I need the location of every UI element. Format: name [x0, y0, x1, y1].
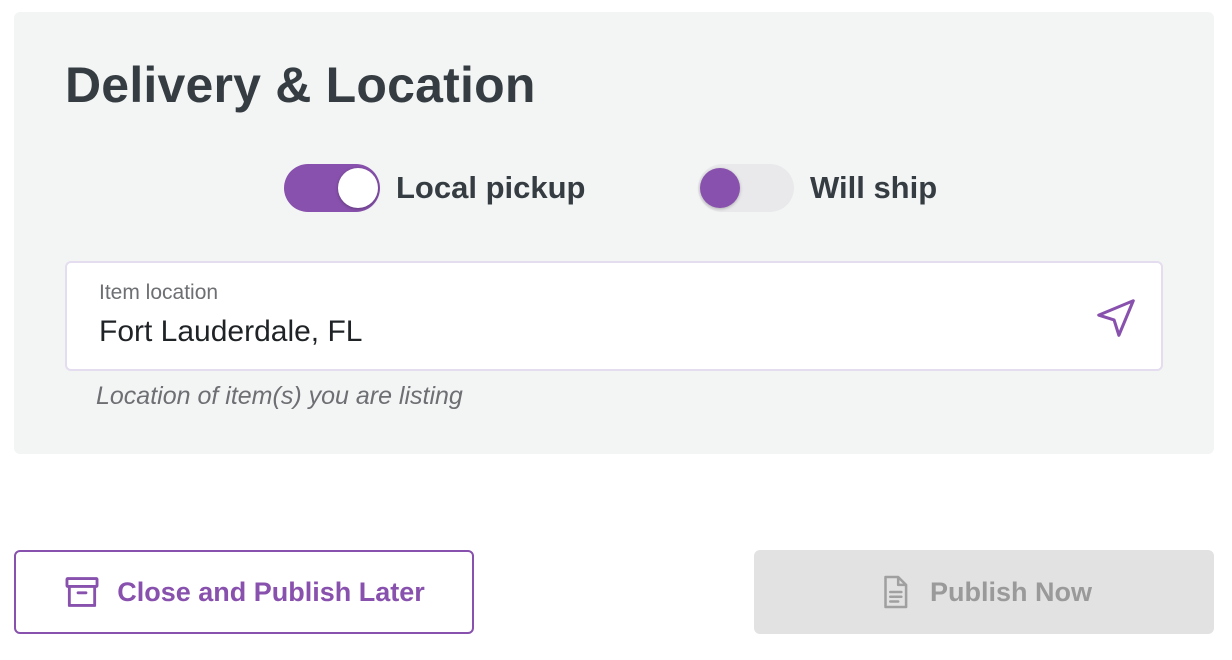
switch-knob [338, 168, 378, 208]
close-and-publish-later-label: Close and Publish Later [117, 576, 425, 607]
document-icon [884, 575, 908, 609]
local-pickup-label: Local pickup [396, 170, 586, 205]
section-title: Delivery & Location [65, 57, 536, 113]
publish-now-button[interactable]: Publish Now [754, 550, 1214, 634]
item-location-field[interactable]: Item location [65, 261, 1163, 371]
will-ship-label: Will ship [810, 170, 938, 205]
will-ship-toggle[interactable]: Will ship [698, 164, 937, 212]
archive-box-icon [65, 577, 99, 607]
navigation-arrow-icon[interactable] [1093, 295, 1139, 341]
delivery-location-panel: Delivery & Location Local pickup Will sh… [14, 12, 1214, 454]
close-and-publish-later-button[interactable]: Close and Publish Later [14, 550, 474, 634]
local-pickup-switch[interactable] [284, 164, 380, 212]
item-location-label: Item location [99, 281, 219, 304]
local-pickup-toggle[interactable]: Local pickup [284, 164, 585, 212]
publish-now-label: Publish Now [930, 576, 1092, 607]
switch-knob [700, 168, 740, 208]
item-location-input[interactable] [99, 315, 1059, 349]
item-location-helper: Location of item(s) you are listing [96, 382, 463, 410]
will-ship-switch[interactable] [698, 164, 794, 212]
